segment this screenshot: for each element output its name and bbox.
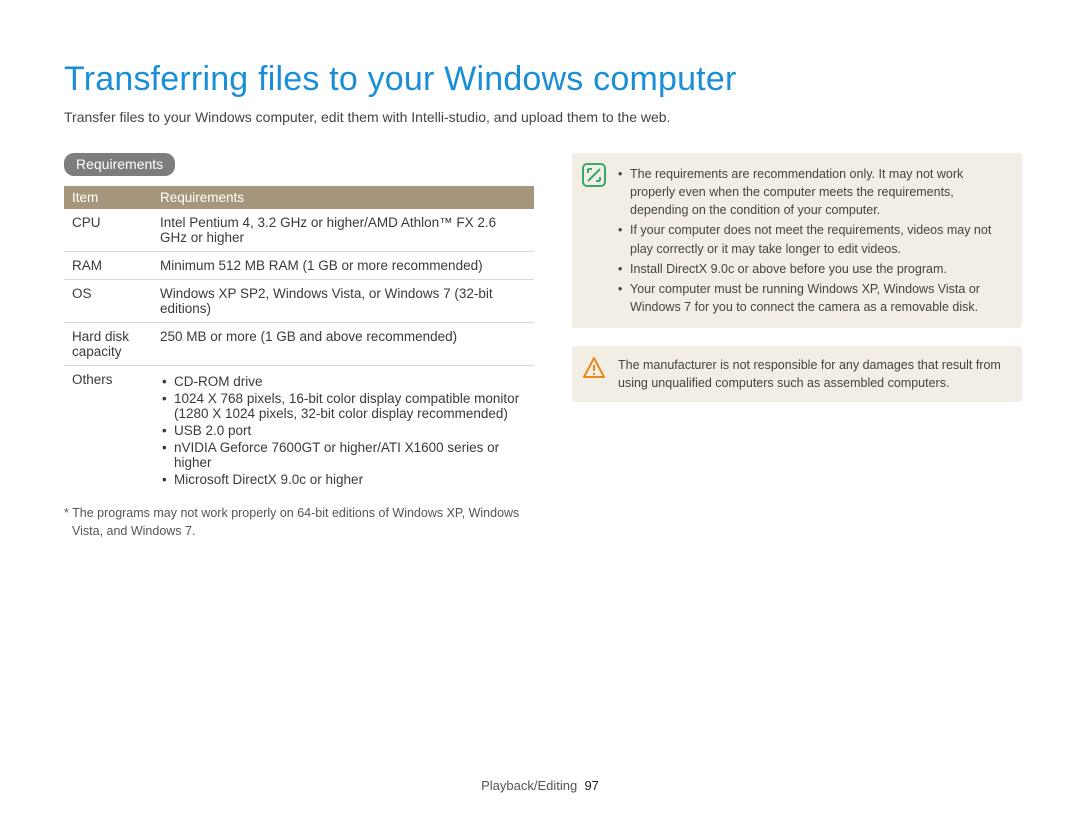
cell-item: CPU — [64, 209, 152, 252]
th-requirements: Requirements — [152, 186, 534, 209]
warning-box: The manufacturer is not responsible for … — [572, 346, 1022, 402]
cell-req-others: CD-ROM drive 1024 X 768 pixels, 16-bit c… — [152, 366, 534, 496]
intro-text: Transfer files to your Windows computer,… — [64, 109, 1022, 125]
footer-section: Playback/Editing — [481, 778, 577, 793]
cell-item: Others — [64, 366, 152, 496]
table-row-others: Others CD-ROM drive 1024 X 768 pixels, 1… — [64, 366, 534, 496]
others-item: nVIDIA Geforce 7600GT or higher/ATI X160… — [160, 440, 526, 470]
footer-page-number: 97 — [584, 778, 598, 793]
note-item: If your computer does not meet the requi… — [618, 221, 1010, 257]
cell-req: 250 MB or more (1 GB and above recommend… — [152, 323, 534, 366]
others-item: USB 2.0 port — [160, 423, 526, 438]
cell-req: Minimum 512 MB RAM (1 GB or more recomme… — [152, 252, 534, 280]
cell-item: OS — [64, 280, 152, 323]
table-row: OS Windows XP SP2, Windows Vista, or Win… — [64, 280, 534, 323]
section-label-requirements: Requirements — [64, 153, 175, 176]
table-row: Hard disk capacity 250 MB or more (1 GB … — [64, 323, 534, 366]
note-item: Install DirectX 9.0c or above before you… — [618, 260, 1010, 278]
note-icon — [582, 163, 606, 187]
cell-item: RAM — [64, 252, 152, 280]
others-item: CD-ROM drive — [160, 374, 526, 389]
table-row: CPU Intel Pentium 4, 3.2 GHz or higher/A… — [64, 209, 534, 252]
page-footer: Playback/Editing 97 — [0, 778, 1080, 793]
cell-req: Intel Pentium 4, 3.2 GHz or higher/AMD A… — [152, 209, 534, 252]
requirements-table: Item Requirements CPU Intel Pentium 4, 3… — [64, 186, 534, 495]
th-item: Item — [64, 186, 152, 209]
warning-icon — [582, 356, 606, 380]
cell-req: Windows XP SP2, Windows Vista, or Window… — [152, 280, 534, 323]
table-row: RAM Minimum 512 MB RAM (1 GB or more rec… — [64, 252, 534, 280]
page-title: Transferring files to your Windows compu… — [64, 60, 1022, 99]
cell-item: Hard disk capacity — [64, 323, 152, 366]
footnote: * The programs may not work properly on … — [64, 505, 534, 540]
note-item: Your computer must be running Windows XP… — [618, 280, 1010, 316]
warning-text: The manufacturer is not responsible for … — [618, 358, 1001, 390]
note-item: The requirements are recommendation only… — [618, 165, 1010, 219]
note-box: The requirements are recommendation only… — [572, 153, 1022, 328]
others-item: 1024 X 768 pixels, 16-bit color display … — [160, 391, 526, 421]
others-item: Microsoft DirectX 9.0c or higher — [160, 472, 526, 487]
